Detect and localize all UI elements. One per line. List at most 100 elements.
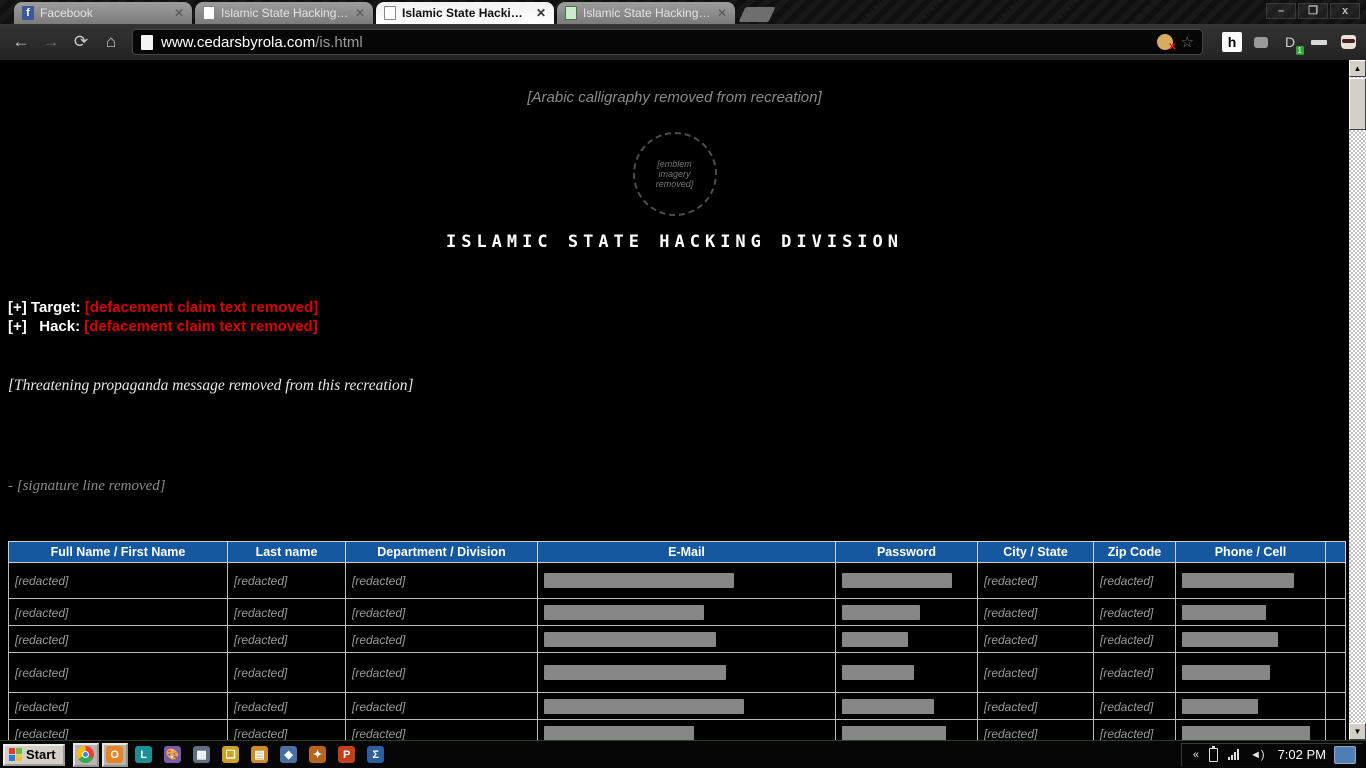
redaction-bar [842, 665, 914, 680]
powershell-icon: Σ [367, 746, 384, 763]
browser-toolbar: ← → ⟳ ⌂ www.cedarsbyrola.com/is.html ☆ h… [0, 24, 1366, 60]
page-scrollbar[interactable]: ▲ ▼ [1349, 60, 1366, 740]
windows-logo-icon [9, 748, 22, 761]
redaction-bar [842, 726, 946, 741]
facebook-favicon-icon: f [22, 6, 34, 20]
battery-icon[interactable] [1209, 748, 1218, 762]
folder-icon: ▤ [251, 746, 268, 763]
redaction-bar [544, 699, 744, 714]
hidden-icons-chevron-icon[interactable]: « [1193, 749, 1199, 761]
table-row: [redacted] [redacted] [redacted] [redact… [9, 693, 1346, 720]
browser-titlebar: f Facebook ✕ Islamic State Hacking Divi … [0, 0, 1366, 24]
scroll-up-icon[interactable]: ▲ [1349, 60, 1366, 77]
redaction-bar [1182, 605, 1266, 620]
col-password: Password [836, 542, 978, 563]
tab-facebook[interactable]: f Facebook ✕ [14, 2, 192, 24]
defacement-page: [Arabic calligraphy removed from recreat… [0, 60, 1349, 740]
col-name: Full Name / First Name [9, 542, 228, 563]
redaction-bar [1182, 699, 1258, 714]
forward-icon[interactable]: → [38, 29, 64, 55]
url-domain: www.cedarsbyrola.com [161, 34, 315, 51]
url-path: /is.html [315, 34, 363, 51]
window-controls: – ❐ x [1264, 3, 1360, 19]
tab-defacement-3[interactable]: Islamic State Hacking Divi ✕ [557, 2, 735, 24]
minimal-extension-icon[interactable] [1309, 32, 1329, 52]
extension-strip: h D1 [1213, 32, 1358, 52]
col-department: Department / Division [346, 542, 538, 563]
col-city: City / State [978, 542, 1094, 563]
tab-strip: f Facebook ✕ Islamic State Hacking Divi … [14, 2, 772, 24]
tab-defacement-1[interactable]: Islamic State Hacking Divi ✕ [195, 2, 373, 24]
incognito-extension-icon[interactable] [1338, 32, 1358, 52]
tab-label: Facebook [40, 6, 168, 20]
calligraphy-placeholder: [Arabic calligraphy removed from recreat… [0, 74, 1349, 120]
redaction-bar [544, 605, 704, 620]
show-desktop-button[interactable] [1334, 746, 1356, 764]
app-icon: ✦ [309, 746, 326, 763]
reload-icon[interactable]: ⟳ [68, 29, 94, 55]
taskbar-app-button[interactable]: ◆ [276, 743, 302, 767]
col-zip: Zip Code [1094, 542, 1176, 563]
calculator-icon: ▦ [193, 746, 210, 763]
d-extension-icon[interactable]: D1 [1280, 32, 1300, 52]
taskbar-chrome-button[interactable] [73, 743, 99, 767]
redaction-bar [842, 605, 920, 620]
new-tab-button[interactable] [739, 7, 776, 22]
page-favicon-icon [203, 6, 215, 20]
scroll-down-icon[interactable]: ▼ [1349, 723, 1366, 740]
paint-icon: 🎨 [164, 746, 181, 763]
outlook-icon: O [106, 746, 123, 763]
tab-close-icon[interactable]: ✕ [717, 8, 727, 18]
table-header-row: Full Name / First Name Last name Departm… [9, 542, 1346, 563]
table-row: [redacted] [redacted] [redacted] [redact… [9, 653, 1346, 693]
redaction-bar [544, 665, 726, 680]
taskbar-app-button[interactable]: ✦ [305, 743, 331, 767]
redaction-bar [1182, 726, 1310, 741]
taskbar-app-button[interactable]: P [334, 743, 360, 767]
emblem-placeholder: [emblem imagery removed] [633, 132, 717, 216]
app-icon: L [135, 746, 152, 763]
restore-button[interactable]: ❐ [1298, 3, 1328, 19]
page-favicon-icon [565, 6, 577, 20]
taskbar-app-button[interactable]: 🎨 [160, 743, 186, 767]
minimize-button[interactable]: – [1266, 3, 1296, 19]
taskbar-app-button[interactable]: Σ [363, 743, 389, 767]
notes-icon: ❏ [222, 746, 239, 763]
start-button[interactable]: Start [3, 744, 65, 766]
network-signal-icon[interactable] [1228, 749, 1240, 760]
tab-close-icon[interactable]: ✕ [536, 8, 546, 18]
tab-close-icon[interactable]: ✕ [174, 8, 184, 18]
volume-icon[interactable]: ◄) [1250, 749, 1265, 761]
taskbar-app-button[interactable]: ▦ [189, 743, 215, 767]
back-icon[interactable]: ← [8, 29, 34, 55]
chat-extension-icon[interactable] [1251, 32, 1271, 52]
table-row: [redacted] [redacted] [redacted] [redact… [9, 599, 1346, 626]
tab-close-icon[interactable]: ✕ [355, 8, 365, 18]
tab-label: Islamic State Hacking Divi [402, 6, 530, 20]
h-extension-icon[interactable]: h [1222, 32, 1242, 52]
virtualbox-icon: ◆ [280, 746, 297, 763]
tab-label: Islamic State Hacking Divi [221, 6, 349, 20]
close-button[interactable]: x [1330, 3, 1360, 19]
target-value-removed: [defacement claim text removed] [85, 299, 318, 316]
scrollbar-thumb[interactable] [1349, 78, 1366, 130]
cookie-blocked-icon[interactable] [1157, 34, 1173, 50]
leaked-data-table: Full Name / First Name Last name Departm… [8, 541, 1346, 740]
taskbar-app-button[interactable]: ▤ [247, 743, 273, 767]
redaction-bar [544, 726, 694, 741]
bookmark-star-icon[interactable]: ☆ [1181, 33, 1194, 51]
taskbar-clock[interactable]: 7:02 PM [1278, 747, 1326, 762]
tab-defacement-2-active[interactable]: Islamic State Hacking Divi ✕ [376, 2, 554, 24]
taskbar-app-button[interactable]: ❏ [218, 743, 244, 767]
table-row: [redacted] [redacted] [redacted] [redact… [9, 626, 1346, 653]
signature-placeholder: - [signature line removed] [8, 478, 1341, 495]
home-icon[interactable]: ⌂ [98, 29, 124, 55]
redaction-bar [544, 573, 734, 588]
taskbar-outlook-button[interactable]: O [102, 743, 128, 767]
col-email: E-Mail [538, 542, 836, 563]
address-bar[interactable]: www.cedarsbyrola.com/is.html ☆ [132, 29, 1203, 55]
hack-value-removed: [defacement claim text removed] [84, 318, 317, 335]
system-tray: « ◄) 7:02 PM [1181, 743, 1363, 767]
taskbar-app-button[interactable]: L [131, 743, 157, 767]
target-label: [+] Target: [8, 299, 85, 316]
